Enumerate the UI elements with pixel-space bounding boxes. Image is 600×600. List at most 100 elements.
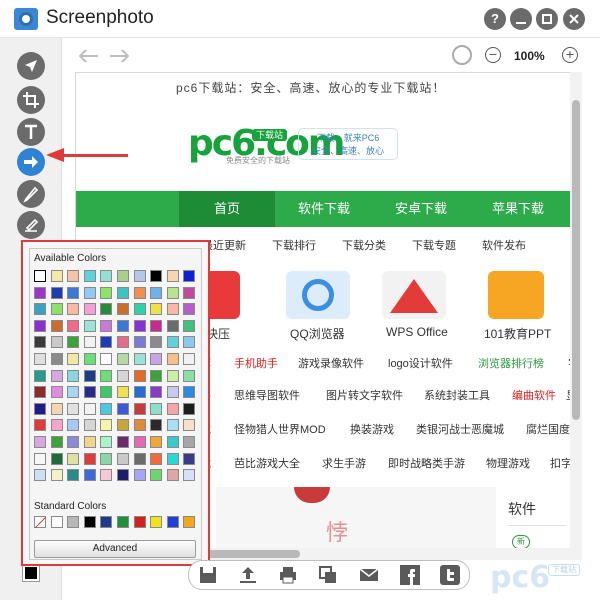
standard-color-swatch[interactable] [150, 516, 163, 528]
horizontal-scroll-thumb[interactable] [200, 550, 300, 558]
color-swatch[interactable] [34, 419, 46, 432]
color-swatch[interactable] [34, 452, 46, 465]
color-swatch[interactable] [166, 452, 179, 465]
color-swatch[interactable] [34, 303, 46, 316]
color-swatch[interactable] [117, 402, 129, 415]
color-swatch[interactable] [150, 336, 163, 349]
color-swatch[interactable] [67, 469, 80, 482]
arrow-tool[interactable] [17, 148, 45, 176]
color-swatch[interactable] [133, 270, 146, 282]
color-swatch[interactable] [100, 452, 113, 465]
color-swatch[interactable] [150, 419, 163, 432]
color-swatch[interactable] [133, 436, 146, 448]
vertical-scroll-thumb[interactable] [572, 100, 580, 420]
zoom-fit-icon[interactable] [452, 45, 472, 65]
current-color-swatch[interactable] [22, 564, 40, 582]
color-swatch[interactable] [67, 270, 80, 282]
color-swatch[interactable] [83, 319, 96, 332]
color-swatch[interactable] [150, 270, 163, 282]
twitter-icon[interactable] [440, 565, 460, 585]
color-swatch[interactable] [100, 303, 113, 316]
color-swatch[interactable] [117, 286, 129, 299]
color-swatch[interactable] [67, 303, 80, 316]
color-swatch[interactable] [150, 436, 163, 448]
color-swatch[interactable] [150, 286, 163, 299]
color-swatch[interactable] [34, 436, 46, 448]
color-swatch[interactable] [183, 469, 196, 482]
color-swatch[interactable] [133, 353, 146, 365]
color-swatch[interactable] [83, 303, 96, 316]
color-swatch[interactable] [100, 402, 113, 415]
save-icon[interactable] [198, 565, 218, 585]
color-swatch[interactable] [133, 369, 146, 382]
standard-color-swatch[interactable] [133, 516, 146, 528]
color-swatch[interactable] [50, 469, 63, 482]
standard-color-swatch[interactable] [67, 516, 80, 528]
color-swatch[interactable] [100, 286, 113, 299]
color-swatch[interactable] [117, 386, 129, 399]
zoom-in-button[interactable]: + [562, 47, 578, 63]
color-swatch[interactable] [183, 303, 196, 316]
color-swatch[interactable] [83, 353, 96, 365]
color-swatch[interactable] [183, 336, 196, 349]
crop-tool[interactable] [17, 86, 45, 114]
color-swatch[interactable] [117, 452, 129, 465]
zoom-out-button[interactable]: − [485, 47, 501, 63]
color-swatch[interactable] [50, 452, 63, 465]
color-swatch[interactable] [166, 386, 179, 399]
color-swatch[interactable] [34, 319, 46, 332]
color-swatch[interactable] [183, 286, 196, 299]
pointer-tool[interactable] [17, 52, 45, 80]
color-swatch[interactable] [183, 369, 196, 382]
color-swatch[interactable] [67, 286, 80, 299]
color-swatch[interactable] [133, 402, 146, 415]
color-swatch[interactable] [100, 319, 113, 332]
color-swatch[interactable] [166, 303, 179, 316]
print-icon[interactable] [278, 565, 298, 585]
color-swatch[interactable] [166, 286, 179, 299]
color-swatch[interactable] [183, 386, 196, 399]
color-swatch[interactable] [183, 419, 196, 432]
color-swatch[interactable] [166, 270, 179, 282]
color-swatch[interactable] [34, 469, 46, 482]
color-swatch[interactable] [166, 419, 179, 432]
standard-color-swatch[interactable] [100, 516, 113, 528]
color-swatch[interactable] [50, 336, 63, 349]
color-swatch[interactable] [50, 270, 63, 282]
color-swatch[interactable] [34, 353, 46, 365]
color-swatch[interactable] [83, 436, 96, 448]
color-swatch[interactable] [100, 353, 113, 365]
color-swatch[interactable] [83, 419, 96, 432]
color-swatch[interactable] [100, 270, 113, 282]
color-swatch[interactable] [34, 369, 46, 382]
no-color-swatch[interactable] [34, 516, 46, 528]
color-swatch[interactable] [117, 270, 129, 282]
color-swatch[interactable] [100, 336, 113, 349]
color-swatch[interactable] [33, 269, 47, 283]
color-swatch[interactable] [166, 336, 179, 349]
color-swatch[interactable] [67, 402, 80, 415]
color-swatch[interactable] [100, 386, 113, 399]
color-swatch[interactable] [83, 369, 96, 382]
color-swatch[interactable] [150, 369, 163, 382]
color-swatch[interactable] [100, 369, 113, 382]
color-swatch[interactable] [183, 452, 196, 465]
standard-color-swatch[interactable] [83, 516, 96, 528]
color-swatch[interactable] [50, 303, 63, 316]
color-swatch[interactable] [166, 319, 179, 332]
color-swatch[interactable] [117, 436, 129, 448]
maximize-button[interactable] [536, 8, 558, 30]
color-swatch[interactable] [133, 286, 146, 299]
color-swatch[interactable] [166, 369, 179, 382]
standard-color-swatch[interactable] [166, 516, 179, 528]
color-swatch[interactable] [100, 436, 113, 448]
color-swatch[interactable] [83, 469, 96, 482]
color-swatch[interactable] [34, 336, 46, 349]
color-swatch[interactable] [100, 469, 113, 482]
color-swatch[interactable] [67, 369, 80, 382]
color-swatch[interactable] [34, 286, 46, 299]
upload-icon[interactable] [238, 565, 258, 585]
color-swatch[interactable] [183, 353, 196, 365]
color-swatch[interactable] [150, 469, 163, 482]
pen-tool[interactable] [17, 180, 45, 208]
